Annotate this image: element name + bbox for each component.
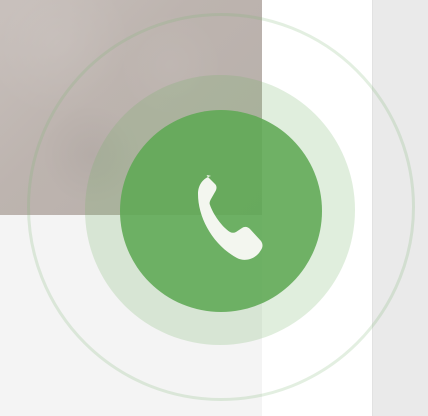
phone-icon <box>182 161 264 273</box>
call-button[interactable] <box>120 110 322 312</box>
